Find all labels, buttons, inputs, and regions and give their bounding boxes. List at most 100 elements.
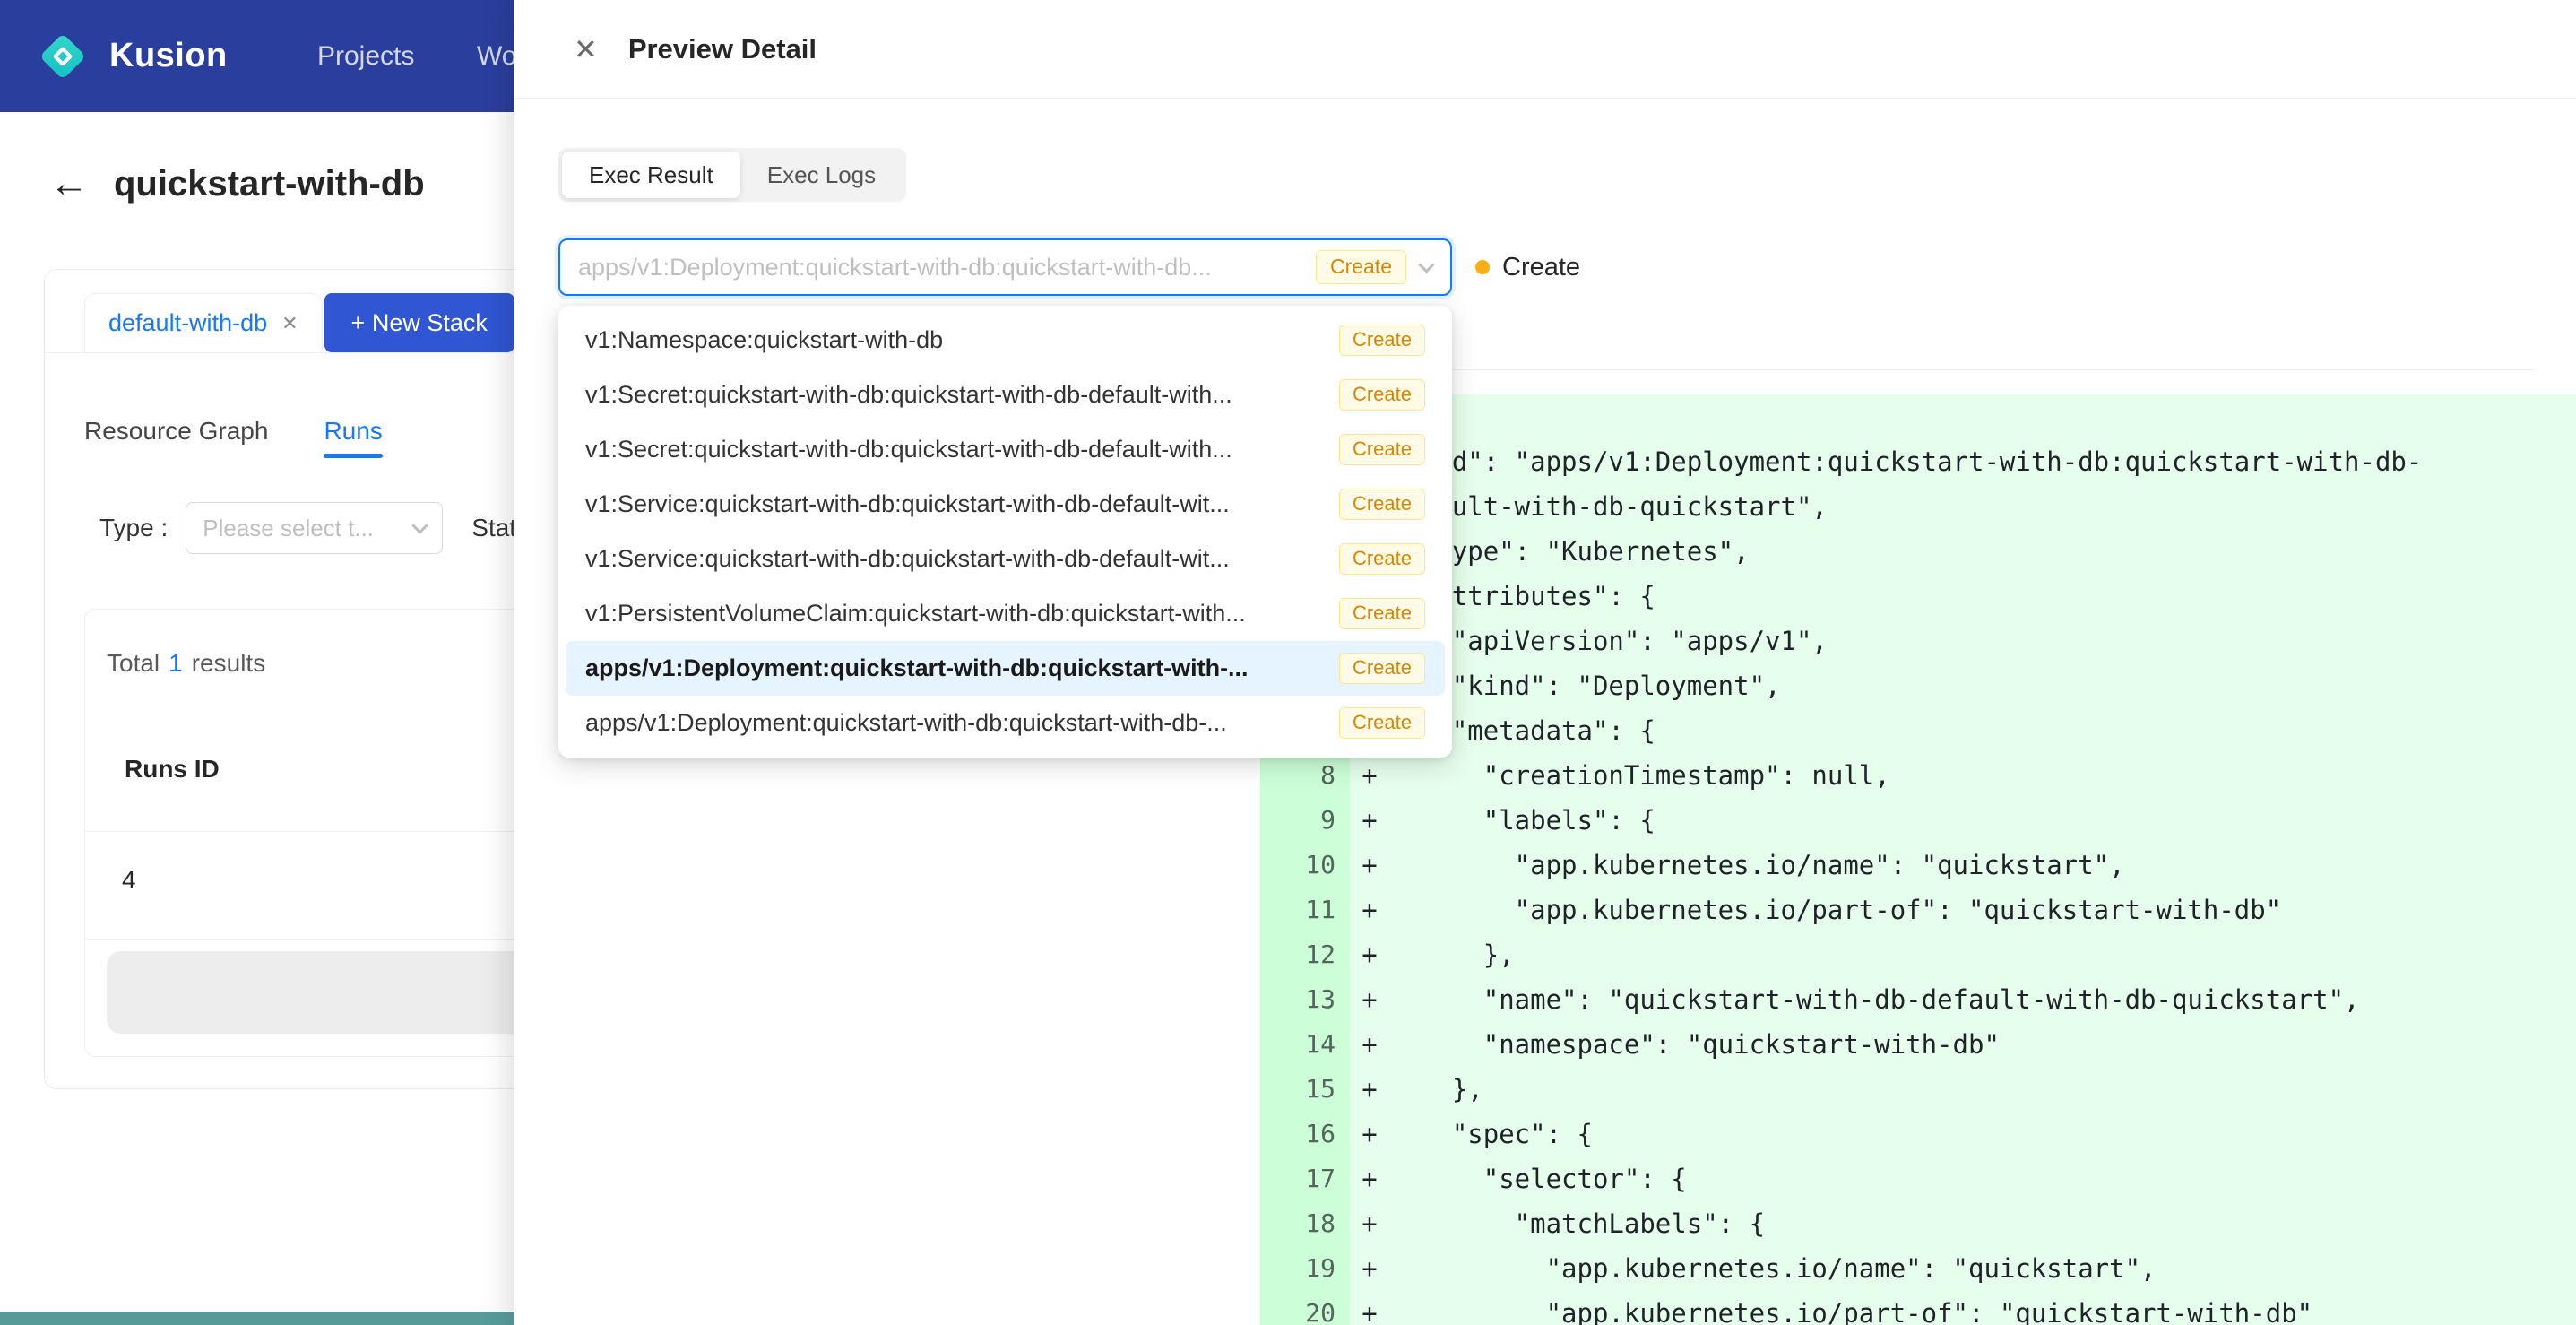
diff-add-sign: + [1350, 760, 1389, 791]
dropdown-option[interactable]: v1:Service:quickstart-with-db:quickstart… [566, 532, 1445, 586]
diff-code-text: "attributes": { [1389, 581, 2576, 611]
diff-code-text: "name": "quickstart-with-db-default-with… [1389, 984, 2576, 1015]
dropdown-option[interactable]: apps/v1:Deployment:quickstart-with-db:qu… [566, 696, 1445, 750]
dropdown-option[interactable]: v1:Service:quickstart-with-db:quickstart… [566, 477, 1445, 532]
page-title: quickstart-with-db [114, 164, 425, 204]
diff-code-text: "creationTimestamp": null, [1389, 760, 2576, 791]
diff-row: 3 + "type": "Kubernetes", [1260, 529, 2576, 574]
dropdown-option-tag: Create [1339, 653, 1425, 683]
dropdown-option-label: v1:Secret:quickstart-with-db:quickstart-… [585, 436, 1323, 463]
tab-resource-graph[interactable]: Resource Graph [84, 417, 268, 446]
drawer-body: Exec Result Exec Logs apps/v1:Deployment… [514, 99, 2576, 1325]
diff-add-sign: + [1350, 895, 1389, 925]
diff-add-sign: + [1350, 1074, 1389, 1104]
diff-line-number: 18 [1260, 1201, 1350, 1246]
diff-code-text: "app.kubernetes.io/part-of": "quickstart… [1389, 895, 2576, 925]
diff-code-text: "spec": { [1389, 1119, 2576, 1149]
dropdown-option-tag: Create [1339, 434, 1425, 464]
dropdown-option-tag: Create [1339, 379, 1425, 410]
dropdown-option-label: apps/v1:Deployment:quickstart-with-db:qu… [585, 654, 1323, 682]
diff-add-sign: + [1350, 940, 1389, 970]
close-drawer-icon[interactable]: ✕ [574, 32, 598, 66]
segment-exec-logs[interactable]: Exec Logs [740, 152, 903, 198]
dropdown-option-tag: Create [1339, 489, 1425, 519]
dropdown-option-label: v1:Namespace:quickstart-with-db [585, 326, 1323, 354]
diff-add-sign: + [1350, 1208, 1389, 1239]
stack-tab-default-with-db[interactable]: default-with-db ✕ [84, 293, 323, 352]
new-stack-button[interactable]: + New Stack [324, 293, 514, 352]
results-summary-prefix: Total [107, 649, 160, 677]
kusion-logo-icon [38, 31, 88, 82]
diff-add-sign: + [1350, 1119, 1389, 1149]
dropdown-option-tag: Create [1339, 543, 1425, 574]
diff-line-number: 20 [1260, 1291, 1350, 1325]
results-summary-suffix: results [192, 649, 265, 677]
diff-code-text: "type": "Kubernetes", [1389, 536, 2576, 567]
diff-code-text: }, [1389, 1074, 2576, 1104]
tab-runs[interactable]: Runs [324, 417, 382, 446]
dropdown-option-label: v1:Service:quickstart-with-db:quickstart… [585, 545, 1323, 573]
diff-code-text: "id": "apps/v1:Deployment:quickstart-wit… [1389, 446, 2576, 477]
diff-line-number: 8 [1260, 753, 1350, 798]
dropdown-option[interactable]: v1:Secret:quickstart-with-db:quickstart-… [566, 422, 1445, 477]
status-dot-icon [1475, 260, 1490, 274]
diff-code-text: "namespace": "quickstart-with-db" [1389, 1029, 2576, 1060]
diff-row: 16 + "spec": { [1260, 1112, 2576, 1156]
dropdown-option[interactable]: v1:PersistentVolumeClaim:quickstart-with… [566, 586, 1445, 641]
resource-select-row: apps/v1:Deployment:quickstart-with-db:qu… [558, 238, 1580, 296]
diff-row: 2 + "id": "apps/v1:Deployment:quickstart… [1260, 439, 2576, 484]
column-header-runs-id: Runs ID [125, 755, 220, 784]
resource-dropdown: v1:Namespace:quickstart-with-db Create v… [558, 306, 1452, 758]
diff-line-number: 11 [1260, 888, 1350, 932]
dropdown-option-tag: Create [1339, 707, 1425, 738]
dropdown-option[interactable]: v1:Secret:quickstart-with-db:quickstart-… [566, 368, 1445, 422]
dropdown-option-label: v1:Secret:quickstart-with-db:quickstart-… [585, 381, 1323, 409]
diff-row: 1 + { [1260, 394, 2576, 439]
diff-line-number: 19 [1260, 1246, 1350, 1291]
drawer-title: Preview Detail [628, 33, 817, 65]
diff-row: 6 + "kind": "Deployment", [1260, 663, 2576, 708]
diff-line-number: 13 [1260, 977, 1350, 1022]
resource-select-value: apps/v1:Deployment:quickstart-with-db:qu… [578, 254, 1301, 281]
diff-row: 13 + "name": "quickstart-with-db-default… [1260, 977, 2576, 1022]
diff-row: 10 + "app.kubernetes.io/name": "quicksta… [1260, 843, 2576, 888]
chevron-down-icon [1418, 256, 1434, 273]
app-root: Kusion Projects Workspaces ← quickstart-… [0, 0, 2576, 1325]
diff-add-sign: + [1350, 1253, 1389, 1284]
type-select-placeholder: Please select t... [203, 515, 414, 542]
dropdown-option[interactable]: apps/v1:Deployment:quickstart-with-db:qu… [566, 641, 1445, 696]
stack-tab-label: default-with-db [108, 309, 267, 337]
dropdown-option-label: v1:Service:quickstart-with-db:quickstart… [585, 490, 1323, 518]
diff-add-sign: + [1350, 805, 1389, 836]
diff-row: 19 + "app.kubernetes.io/name": "quicksta… [1260, 1246, 2576, 1291]
diff-code-text: "apiVersion": "apps/v1", [1389, 626, 2576, 656]
diff-line-number: 16 [1260, 1112, 1350, 1156]
diff-row: 8 + "creationTimestamp": null, [1260, 753, 2576, 798]
diff-add-sign: + [1350, 850, 1389, 880]
diff-code-text: "labels": { [1389, 805, 2576, 836]
bottom-strip [0, 1312, 514, 1325]
close-tab-icon[interactable]: ✕ [281, 312, 298, 335]
filter-row: Type : Please select t... Status : [99, 501, 557, 555]
back-icon[interactable]: ← [49, 161, 89, 206]
dropdown-option[interactable]: v1:Namespace:quickstart-with-db Create [566, 313, 1445, 368]
diff-row: 14 + "namespace": "quickstart-with-db" [1260, 1022, 2576, 1067]
type-select[interactable]: Please select t... [186, 502, 443, 554]
status-badge: Create [1475, 253, 1580, 282]
diff-code-text: "selector": { [1389, 1164, 2576, 1194]
dropdown-option-label: apps/v1:Deployment:quickstart-with-db:qu… [585, 709, 1323, 737]
diff-row: 18 + "matchLabels": { [1260, 1201, 2576, 1246]
brand-name: Kusion [109, 37, 228, 75]
diff-row: 9 + "labels": { [1260, 798, 2576, 843]
table-row-runs-id[interactable]: 4 [122, 866, 136, 895]
diff-code-text: "metadata": { [1389, 715, 2576, 746]
view-tabs: Resource Graph Runs [84, 403, 383, 460]
chevron-down-icon [412, 517, 428, 533]
resource-select[interactable]: apps/v1:Deployment:quickstart-with-db:qu… [558, 238, 1452, 296]
diff-code-text: "app.kubernetes.io/name": "quickstart", [1389, 850, 2576, 880]
dropdown-option-tag: Create [1339, 325, 1425, 355]
nav-item-projects[interactable]: Projects [317, 0, 414, 112]
diff-line-number: 17 [1260, 1156, 1350, 1201]
segment-exec-result[interactable]: Exec Result [562, 152, 740, 198]
diff-row: default-with-db-quickstart", [1260, 484, 2576, 529]
